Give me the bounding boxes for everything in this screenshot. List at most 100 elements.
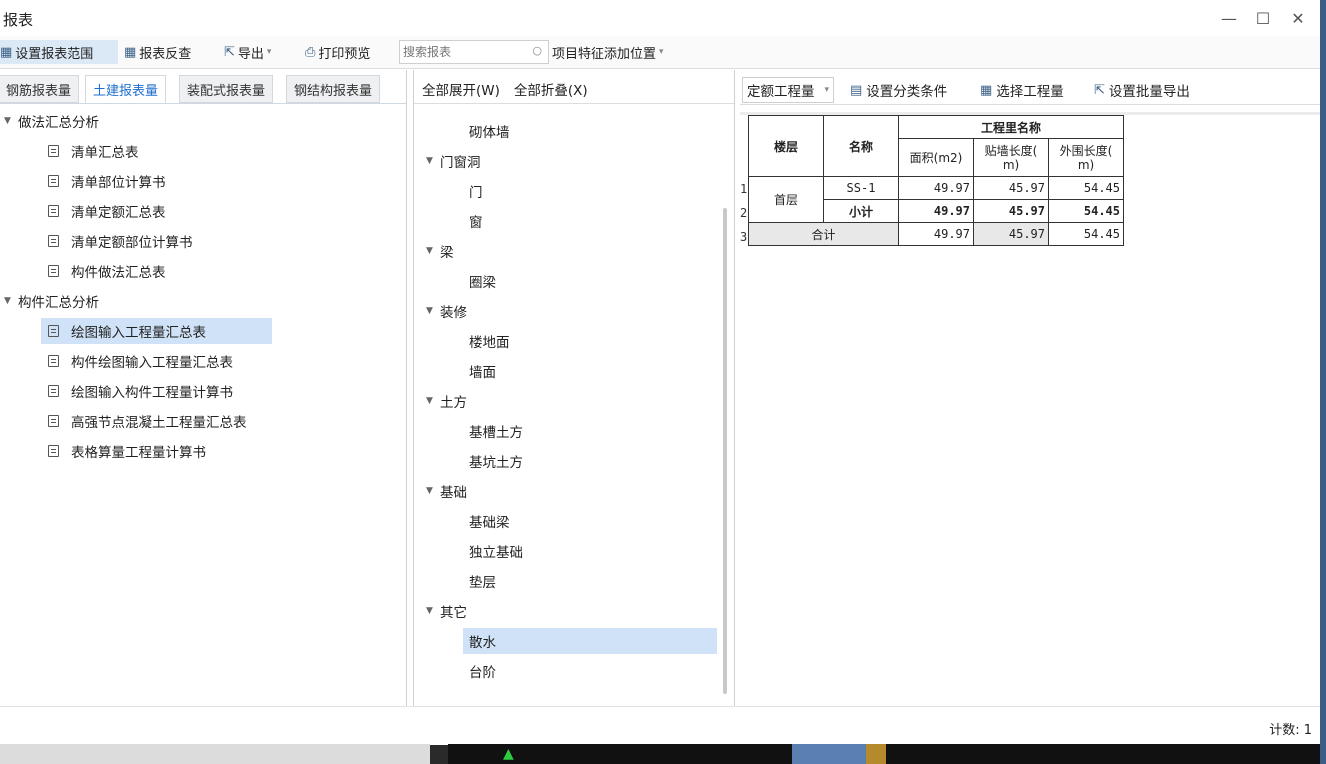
tab-steel[interactable]: 钢结构报表量 — [286, 75, 381, 103]
reverse-lookup-button[interactable]: ▦ 报表反查 — [124, 40, 191, 64]
toolbar: ▦ 设置报表范围 ▦ 报表反查 ⇱ 导出 ▾ ⎙ 打印预览 ○ 项目特征添加位置… — [0, 36, 1322, 69]
expand-all-button[interactable]: 全部展开(W) — [422, 79, 500, 99]
tree-item-label: 基槽土方 — [469, 425, 523, 441]
cell-subtotal-label[interactable]: 小计 — [823, 199, 899, 223]
cell-wall-length[interactable]: 45.97 — [973, 222, 1049, 246]
scrollbar[interactable] — [723, 208, 727, 694]
feature-position-dropdown[interactable]: 项目特征添加位置 ▾ — [552, 40, 664, 64]
document-icon — [48, 325, 59, 337]
document-icon — [48, 415, 59, 427]
set-range-button[interactable]: ▦ 设置报表范围 — [0, 40, 118, 64]
document-icon — [48, 445, 59, 457]
collapse-all-button[interactable]: 全部折叠(X) — [514, 79, 588, 99]
cell-wall-length[interactable]: 45.97 — [973, 199, 1049, 223]
tree-group-method[interactable]: ▼ 做法汇总分析 — [4, 108, 99, 134]
grid-icon: ▦ — [0, 44, 13, 60]
expand-caret-icon: ▼ — [426, 306, 433, 316]
select-quantity-button[interactable]: ▦ 选择工程量 — [980, 78, 1064, 102]
tree-item[interactable]: 构件绘图输入工程量汇总表 — [48, 348, 233, 374]
header-perimeter: 外围长度(m) — [1048, 138, 1124, 177]
close-icon[interactable]: ✕ — [1285, 5, 1311, 31]
tree-item-label: 砌体墙 — [469, 125, 510, 141]
report-view-panel: 定额工程量 ▾ ▤ 设置分类条件 ▦ 选择工程量 ⇱ 设置批量导出 1 2 3 — [740, 70, 1320, 709]
batch-export-button[interactable]: ⇱ 设置批量导出 — [1094, 78, 1190, 102]
tree-group[interactable]: ▼ 装修 — [426, 298, 467, 324]
tree-item[interactable]: 清单定额汇总表 — [48, 198, 166, 224]
tree-group[interactable]: ▼ 基础 — [426, 478, 467, 504]
tree-item-label: 散水 — [469, 635, 496, 651]
chevron-down-icon: ▾ — [659, 47, 664, 57]
header-area: 面积(m2) — [898, 138, 974, 177]
tab-prefab[interactable]: 装配式报表量 — [179, 75, 274, 103]
table-icon: ▦ — [124, 44, 137, 60]
printer-icon: ⎙ — [305, 44, 316, 60]
tree-item-label: 门 — [469, 185, 483, 201]
cell-area[interactable]: 49.97 — [898, 199, 974, 223]
background-shape — [866, 744, 886, 764]
cell-total-label[interactable]: 合计 — [748, 222, 899, 246]
tree-item-label: 其它 — [440, 605, 467, 621]
search-icon: ○ — [532, 44, 542, 57]
tree-item[interactable]: 基坑土方 — [469, 448, 523, 474]
export-button[interactable]: ⇱ 导出 ▾ — [224, 40, 271, 64]
cell-wall-length[interactable]: 45.97 — [973, 176, 1049, 200]
tree-item[interactable]: 高强节点混凝土工程量汇总表 — [48, 408, 247, 434]
tree-item[interactable]: 绘图输入构件工程量计算书 — [48, 378, 233, 404]
document-icon — [48, 235, 59, 247]
tree-item-label: 土方 — [440, 395, 467, 411]
tree-item[interactable]: 清单部位计算书 — [48, 168, 166, 194]
chevron-down-icon: ▾ — [824, 85, 830, 95]
tree-item[interactable]: 清单汇总表 — [48, 138, 139, 164]
print-preview-button[interactable]: ⎙ 打印预览 — [305, 40, 370, 64]
tab-rebar[interactable]: 钢筋报表量 — [0, 75, 80, 103]
search-box[interactable]: ○ — [399, 40, 549, 64]
background-shape — [792, 744, 866, 764]
tree-item[interactable]: 台阶 — [469, 658, 496, 684]
tree-item-label: 垫层 — [469, 575, 496, 591]
tree-item[interactable]: 墙面 — [469, 358, 496, 384]
cell-area[interactable]: 49.97 — [898, 176, 974, 200]
expand-caret-icon: ▼ — [4, 116, 11, 126]
tree-item[interactable]: 砌体墙 — [469, 118, 510, 144]
tree-item[interactable]: 基槽土方 — [469, 418, 523, 444]
tree-group[interactable]: ▼ 其它 — [426, 598, 467, 624]
tree-item[interactable]: 窗 — [469, 208, 483, 234]
tree-group-component[interactable]: ▼ 构件汇总分析 — [4, 288, 99, 314]
tree-group[interactable]: ▼ 梁 — [426, 238, 454, 264]
tree-item-selected[interactable]: 散水 — [463, 628, 717, 654]
report-grid: 1 2 3 楼层 名称 工程里名称 面积(m2) 贴墙长度(m) 外围长度(m)… — [740, 112, 1320, 709]
search-input[interactable] — [400, 41, 520, 63]
document-icon — [48, 355, 59, 367]
cell-floor[interactable]: 首层 — [748, 176, 824, 223]
title-bar: 报表 — ☐ ✕ — [0, 0, 1322, 36]
tree-item-selected[interactable]: 绘图输入工程量汇总表 — [41, 318, 272, 344]
tree-item[interactable]: 清单定额部位计算书 — [48, 228, 193, 254]
tree-item[interactable]: 独立基础 — [469, 538, 523, 564]
tree-item[interactable]: 圈梁 — [469, 268, 496, 294]
tree-item[interactable]: 门 — [469, 178, 483, 204]
document-icon — [48, 265, 59, 277]
window-title: 报表 — [3, 11, 34, 29]
tree-item[interactable]: 构件做法汇总表 — [48, 258, 166, 284]
cell-name[interactable]: SS-1 — [823, 176, 899, 200]
cell-area[interactable]: 49.97 — [898, 222, 974, 246]
document-icon — [48, 205, 59, 217]
tree-group[interactable]: ▼ 门窗洞 — [426, 148, 481, 174]
tab-civil[interactable]: 土建报表量 — [85, 75, 167, 103]
tree-group[interactable]: ▼ 土方 — [426, 388, 467, 414]
minimize-icon[interactable]: — — [1216, 5, 1242, 31]
tree-item[interactable]: 表格算量工程量计算书 — [48, 438, 206, 464]
expand-caret-icon: ▼ — [426, 606, 433, 616]
set-category-button[interactable]: ▤ 设置分类条件 — [850, 78, 947, 102]
cell-perimeter[interactable]: 54.45 — [1048, 199, 1124, 223]
tree-item[interactable]: 基础梁 — [469, 508, 510, 534]
tree-item-label: 基坑土方 — [469, 455, 523, 471]
tree-item[interactable]: 楼地面 — [469, 328, 510, 354]
cell-perimeter[interactable]: 54.45 — [1048, 176, 1124, 200]
maximize-icon[interactable]: ☐ — [1250, 5, 1276, 31]
status-bar: 计数: 1 — [0, 706, 1322, 745]
count-label: 计数: 1 — [1269, 723, 1312, 738]
cell-perimeter[interactable]: 54.45 — [1048, 222, 1124, 246]
tree-item[interactable]: 垫层 — [469, 568, 496, 594]
quantity-type-dropdown[interactable]: 定额工程量 ▾ — [742, 77, 835, 103]
